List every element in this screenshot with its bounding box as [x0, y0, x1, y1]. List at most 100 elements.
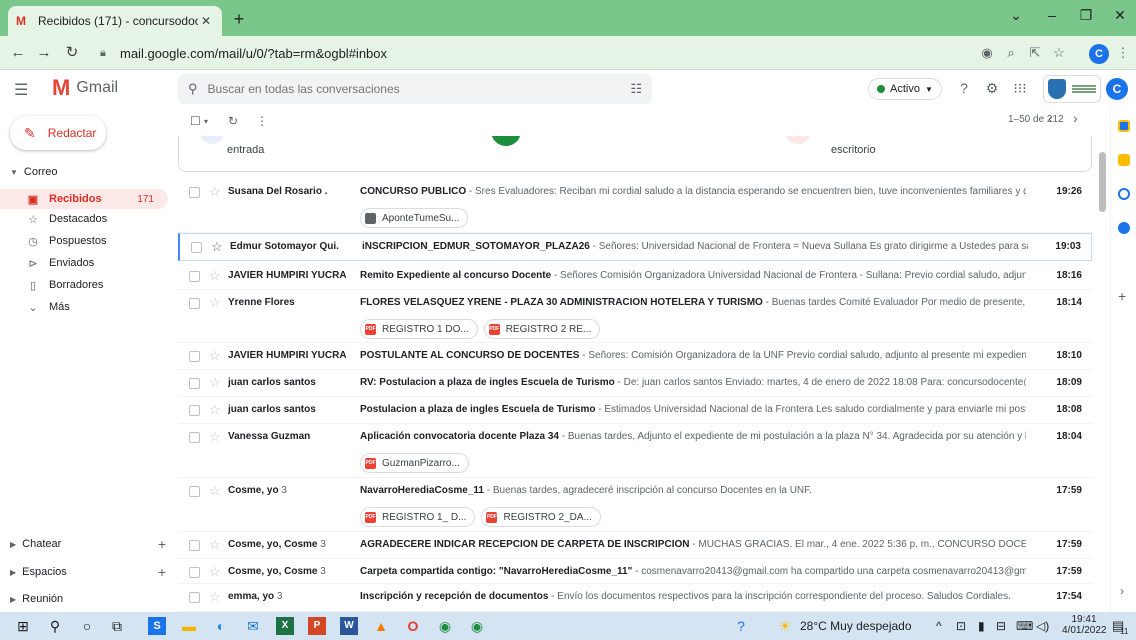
star-icon[interactable]: ☆	[209, 184, 221, 200]
extension-icon[interactable]: ◉	[976, 42, 998, 64]
settings-icon[interactable]: ⚙	[982, 80, 1002, 97]
add-addon-icon[interactable]: +	[1118, 288, 1126, 304]
status-dropdown[interactable]: Activo ▼	[868, 78, 942, 100]
sidebar-item-starred[interactable]: ☆ Destacados	[0, 209, 168, 229]
tray-language-icon[interactable]: ⌨	[1016, 619, 1033, 633]
browser-tab[interactable]: M Recibidos (171) - concursodocen ✕	[8, 6, 222, 36]
volume-icon[interactable]: ◁)	[1036, 619, 1049, 633]
tray-network-icon[interactable]: ⊟	[996, 619, 1006, 633]
edge-icon[interactable]: ◐	[212, 617, 230, 635]
word-icon[interactable]: W	[340, 617, 358, 635]
row-checkbox[interactable]	[189, 592, 200, 603]
weather-text[interactable]: 28°C Muy despejado	[800, 619, 912, 633]
new-chat-icon[interactable]: +	[158, 536, 166, 552]
star-icon[interactable]: ☆	[209, 589, 221, 605]
organization-logo[interactable]	[1043, 75, 1101, 103]
close-window-button[interactable]: ✕	[1100, 0, 1136, 30]
row-checkbox[interactable]	[189, 405, 200, 416]
keep-icon[interactable]	[1118, 154, 1130, 166]
email-row[interactable]: ☆ Cosme, yo, Cosme 3 Carpeta compartida co…	[178, 559, 1092, 584]
sidebar-item-snoozed[interactable]: ◷ Pospuestos	[0, 231, 168, 251]
star-icon[interactable]: ☆	[209, 537, 221, 553]
mail-section-header[interactable]: ▼ Correo	[10, 166, 58, 178]
star-icon[interactable]: ☆	[209, 268, 221, 284]
new-space-icon[interactable]: +	[158, 564, 166, 580]
browser-profile-avatar[interactable]: C	[1089, 44, 1109, 64]
tray-chevron-icon[interactable]: ^	[936, 619, 942, 633]
star-icon[interactable]: ☆	[209, 429, 221, 445]
row-checkbox[interactable]	[189, 432, 200, 443]
windows-start-icon[interactable]: ⊞	[14, 617, 32, 635]
row-checkbox[interactable]	[189, 378, 200, 389]
apps-grid-icon[interactable]: ⁝⁝⁝	[1010, 80, 1030, 97]
taskbar-search-icon[interactable]: ⚲	[46, 617, 64, 635]
search-icon[interactable]: ⚲	[188, 81, 198, 97]
star-icon[interactable]: ☆	[211, 239, 223, 255]
meet-section[interactable]: ▶ Reunión	[10, 593, 166, 605]
file-explorer-icon[interactable]: ▬	[180, 617, 198, 635]
forward-icon[interactable]: →	[32, 42, 56, 64]
task-view-icon[interactable]: ⧉	[108, 617, 126, 635]
hide-panel-icon[interactable]: ›	[1120, 584, 1124, 598]
reload-icon[interactable]: ↻	[60, 42, 84, 64]
email-row[interactable]: ☆ Yrenne Flores FLORES VELASQUEZ YRENE - P…	[178, 290, 1092, 343]
attachment-chip[interactable]: PDF REGISTRO 2 RE...	[483, 319, 601, 339]
taskbar-clock[interactable]: 19:41 4/01/2022	[1062, 614, 1107, 636]
older-page-icon[interactable]: ›	[1073, 110, 1078, 126]
compose-button[interactable]: ✎ Redactar	[10, 116, 106, 150]
attachment-chip[interactable]: PDF REGISTRO 1 DO...	[360, 319, 478, 339]
opera-icon[interactable]: O	[404, 617, 422, 635]
star-icon[interactable]: ☆	[209, 564, 221, 580]
row-checkbox[interactable]	[189, 187, 200, 198]
account-avatar[interactable]: C	[1106, 78, 1128, 100]
mail-app-icon[interactable]: ✉	[244, 617, 262, 635]
back-icon[interactable]: ←	[6, 42, 30, 64]
spaces-section[interactable]: ▶ Espacios +	[10, 564, 166, 580]
newer-page-icon[interactable]: ‹	[1048, 110, 1053, 126]
chat-section[interactable]: ▶ Chatear +	[10, 536, 166, 552]
attachment-chip[interactable]: AponteTumeSu...	[360, 208, 469, 228]
bookmark-star-icon[interactable]: ☆	[1048, 42, 1070, 64]
more-actions-icon[interactable]: ⋮	[256, 114, 268, 128]
new-tab-button[interactable]: +	[228, 8, 250, 30]
row-checkbox[interactable]	[189, 486, 200, 497]
search-input[interactable]	[207, 82, 631, 96]
powerpoint-icon[interactable]: P	[308, 617, 326, 635]
email-row[interactable]: ☆ JAVIER HUMPIRI YUCRA POSTULANTE AL CONCU…	[178, 343, 1092, 370]
chrome-profile-icon[interactable]: ◉	[468, 617, 486, 635]
email-row[interactable]: ☆ emma, yo 3 Inscripción y recepción de do…	[178, 584, 1092, 612]
chrome-icon[interactable]: ◉	[436, 617, 454, 635]
email-row[interactable]: ☆ juan carlos santos Postulacion a plaza d…	[178, 397, 1092, 424]
row-checkbox[interactable]	[191, 242, 202, 253]
email-row[interactable]: ☆ Cosme, yo, Cosme 3 AGRADECERÉ INDICAR RE…	[178, 532, 1092, 559]
star-icon[interactable]: ☆	[209, 348, 221, 364]
main-menu-icon[interactable]: ☰	[14, 80, 28, 100]
row-checkbox[interactable]	[189, 540, 200, 551]
search-options-icon[interactable]: ☷	[630, 81, 642, 97]
email-row[interactable]: ☆ juan carlos santos RV: Postulacion a pla…	[178, 370, 1092, 397]
excel-icon[interactable]: X	[276, 617, 294, 635]
tab-close-icon[interactable]: ✕	[198, 14, 214, 28]
vlc-icon[interactable]: ▲	[372, 617, 390, 635]
address-bar[interactable]: 🔒︎ mail.google.com/mail/u/0/?tab=rm&ogbl…	[100, 40, 960, 66]
attachment-chip[interactable]: PDF REGISTRO 1_ D...	[360, 507, 476, 527]
row-checkbox[interactable]	[189, 298, 200, 309]
tasks-icon[interactable]	[1118, 188, 1130, 200]
calendar-icon[interactable]	[1118, 120, 1130, 132]
attachment-chip[interactable]: PDF REGISTRO 2_DA...	[481, 507, 601, 527]
star-icon[interactable]: ☆	[209, 402, 221, 418]
sidebar-item-inbox[interactable]: ▣ Recibidos 171	[0, 189, 168, 209]
star-icon[interactable]: ☆	[209, 483, 221, 499]
tray-apps-icon[interactable]: ⊡	[956, 619, 966, 633]
sidebar-item-sent[interactable]: ⊳ Enviados	[0, 253, 168, 273]
attachment-chip[interactable]: PDF GuzmanPizarro...	[360, 453, 469, 473]
refresh-icon[interactable]: ↻	[228, 114, 238, 128]
gmail-logo[interactable]: M Gmail	[52, 77, 118, 99]
star-icon[interactable]: ☆	[209, 375, 221, 391]
email-row[interactable]: ☆ Edmur Sotomayor Qui. iNSCRIPCION_EDMUR_S…	[178, 233, 1092, 261]
zoom-icon[interactable]: ⌕	[1000, 42, 1022, 64]
email-row[interactable]: ☆ Cosme, yo 3 NavarroHerediaCosme_11 - Bue…	[178, 478, 1092, 532]
sidebar-item-more[interactable]: ⌄ Más	[0, 297, 168, 317]
select-menu-caret-icon[interactable]: ▾	[204, 117, 208, 126]
weather-sun-icon[interactable]: ☀	[776, 617, 794, 635]
